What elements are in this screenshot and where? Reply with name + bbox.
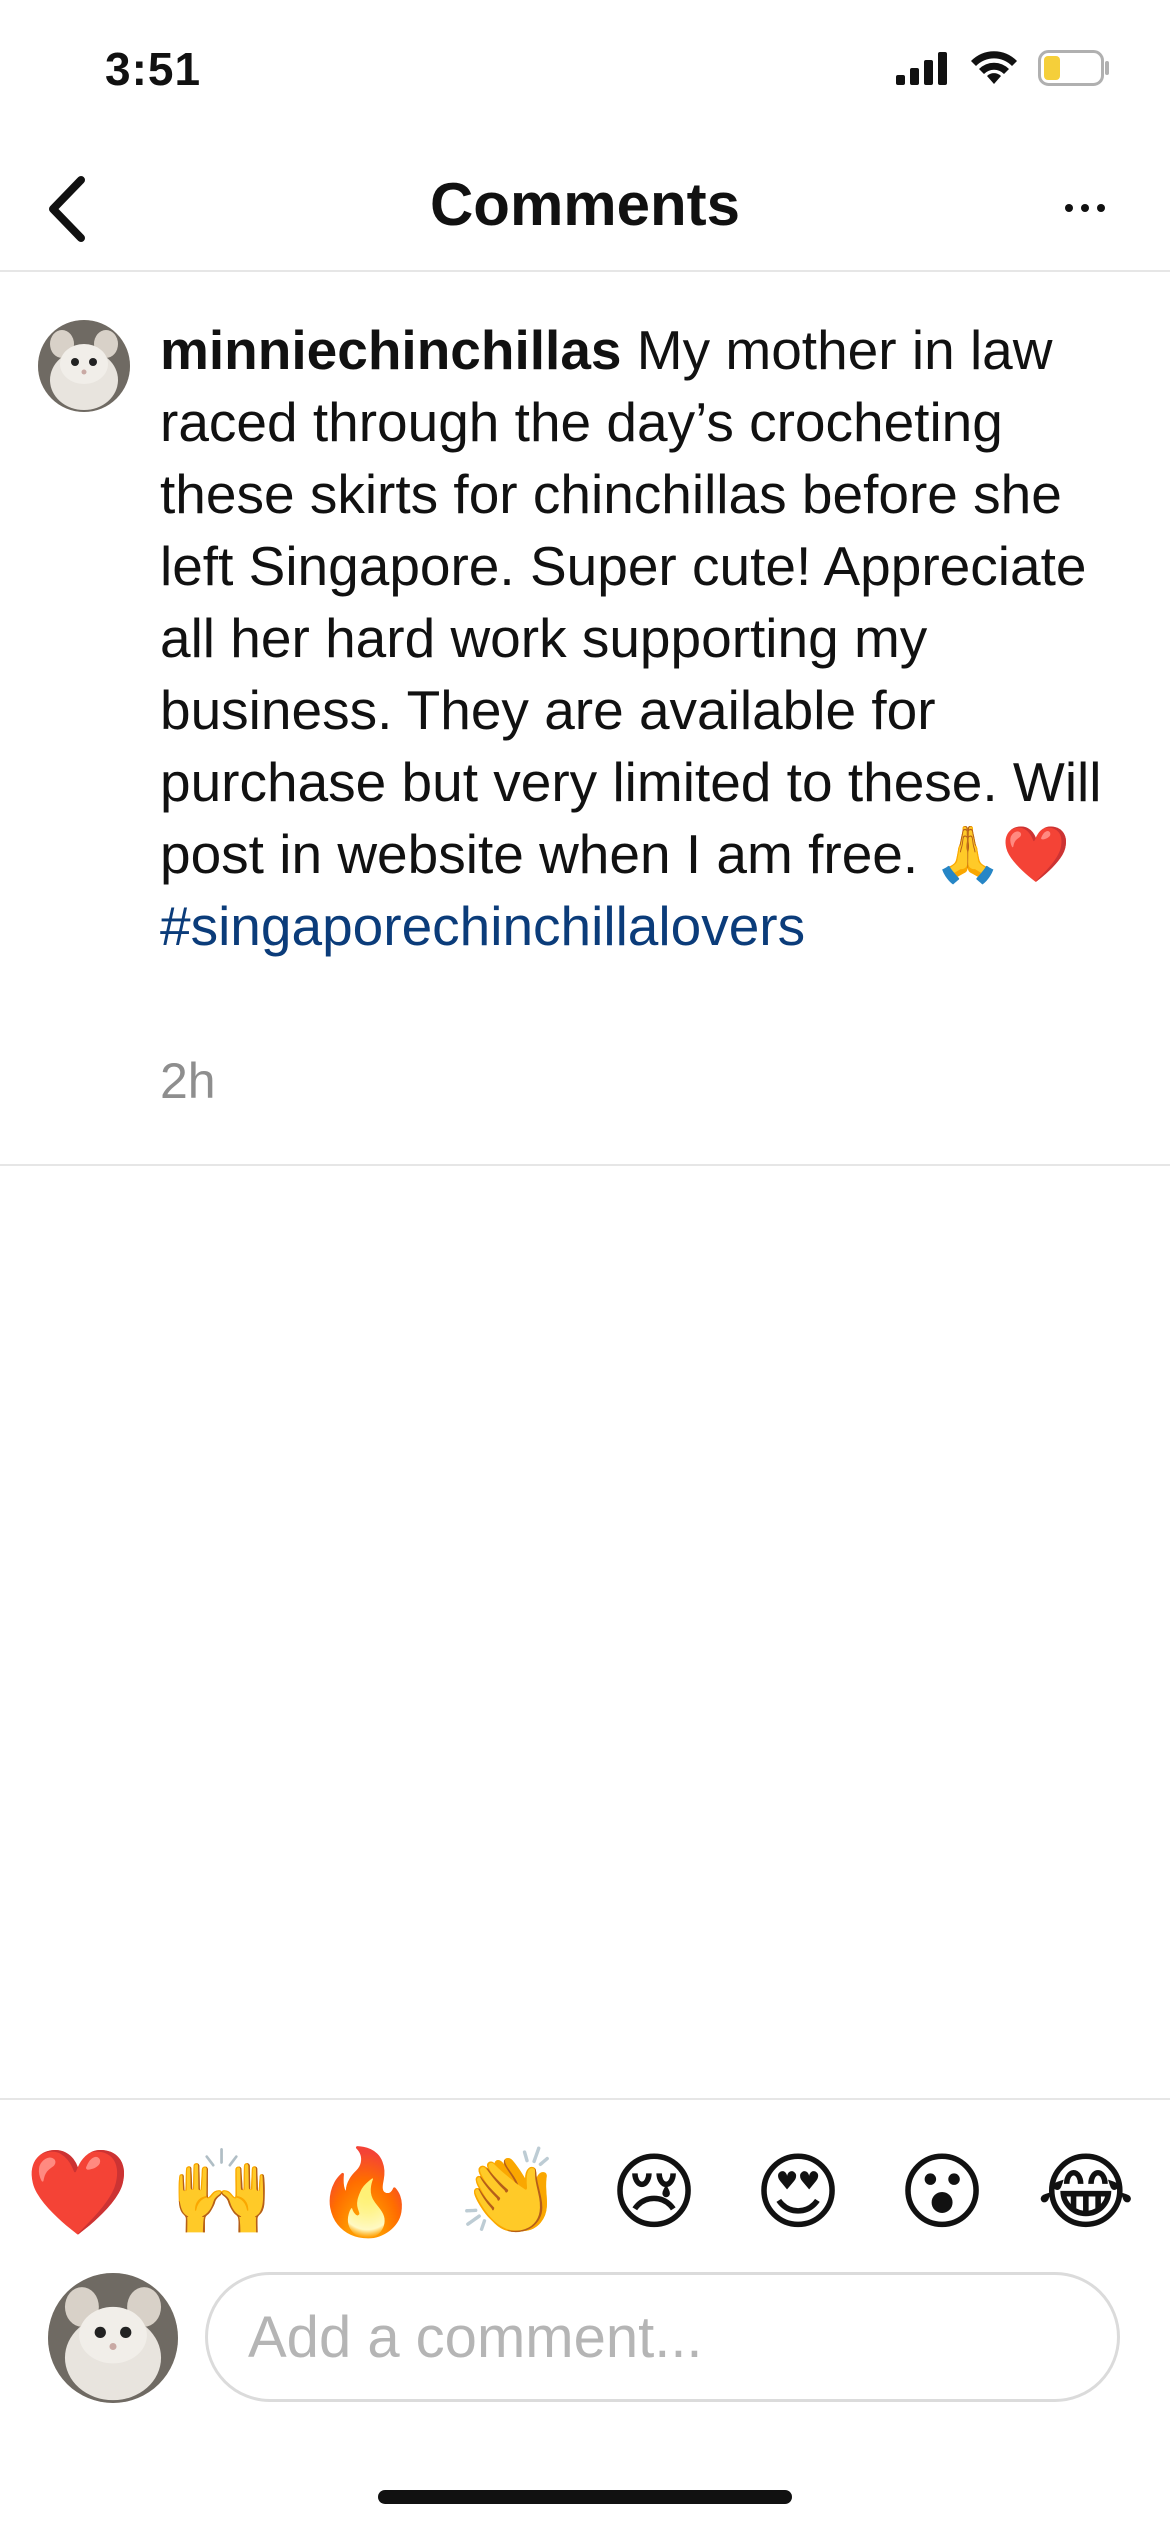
composer-avatar <box>48 2273 178 2403</box>
comment-text: My mother in law raced through the day’s… <box>160 319 1102 885</box>
reaction-surprised[interactable]: 😮 <box>892 2142 992 2242</box>
reaction-laughing[interactable]: 😂 <box>1036 2142 1136 2242</box>
reaction-fire[interactable]: 🔥 <box>314 2142 419 2242</box>
comment-input[interactable]: Add a comment... <box>205 2272 1120 2402</box>
more-horizontal-icon <box>1061 204 1109 212</box>
battery-low-icon <box>1038 50 1109 86</box>
home-indicator <box>378 2490 792 2504</box>
quick-reactions-bar: ❤️ 🙌 🔥 👏 😢 😍 😮 😂 <box>0 2098 1170 2260</box>
chinchilla-avatar-image <box>38 320 130 412</box>
reaction-crying[interactable]: 😢 <box>604 2142 704 2242</box>
hashtag-link[interactable]: #singaporechinchillalovers <box>160 895 805 957</box>
comment-timestamp: 2h <box>160 1053 216 1109</box>
comment-input-placeholder: Add a comment... <box>248 2304 703 2370</box>
comment-username[interactable]: minniechinchillas <box>160 319 622 381</box>
comment-body: minniechinchillas My mother in law raced… <box>160 314 1130 962</box>
status-time: 3:51 <box>105 43 202 95</box>
wifi-icon <box>971 51 1017 84</box>
status-bar: 3:51 <box>0 0 1170 150</box>
page-title: Comments <box>429 171 741 238</box>
reaction-heart[interactable]: ❤️ <box>26 2142 131 2242</box>
more-options-button[interactable] <box>1040 178 1130 238</box>
reaction-heart-eyes[interactable]: 😍 <box>748 2142 848 2242</box>
status-icons <box>896 50 1110 86</box>
reaction-raised-hands[interactable]: 🙌 <box>170 2142 275 2242</box>
nav-bar: Comments <box>0 150 1170 272</box>
comment-item: minniechinchillas My mother in law raced… <box>0 272 1170 1166</box>
cellular-signal-icon <box>896 52 947 85</box>
avatar[interactable] <box>38 320 130 412</box>
reaction-clapping[interactable]: 👏 <box>458 2142 563 2242</box>
chinchilla-avatar-image <box>48 2273 178 2403</box>
comment-emojis: 🙏❤️ <box>933 822 1071 886</box>
